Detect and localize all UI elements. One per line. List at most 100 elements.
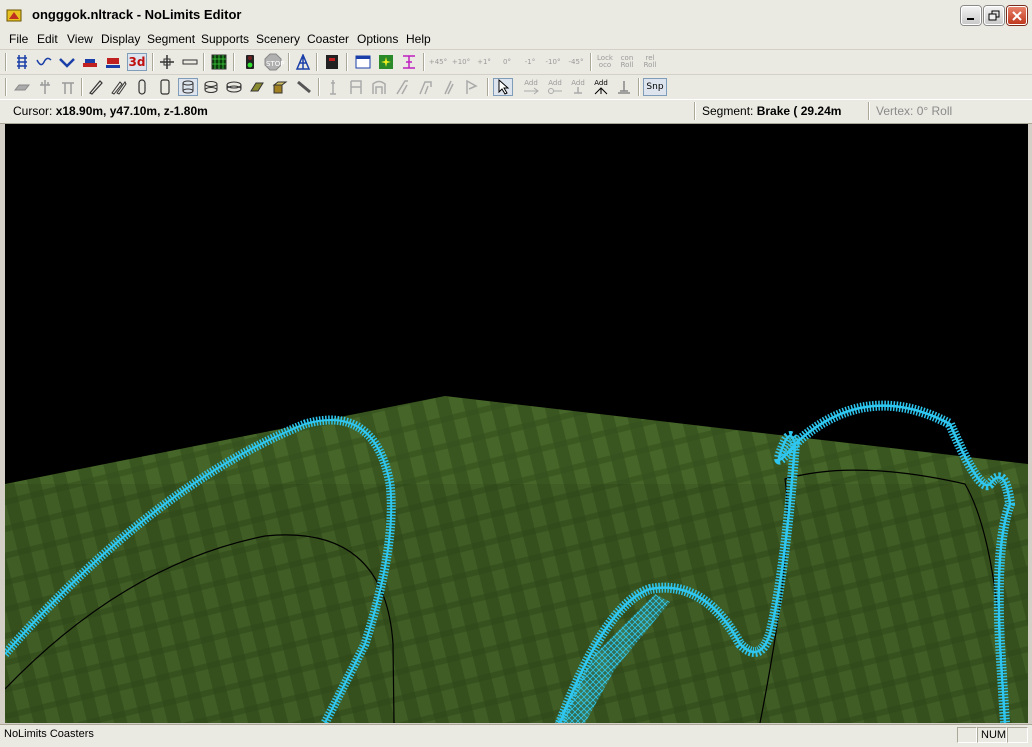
- toolbar-separator: [81, 78, 83, 96]
- 3d-viewport[interactable]: [5, 124, 1028, 723]
- add-node-label: Add: [548, 78, 562, 87]
- station-button[interactable]: [80, 53, 100, 71]
- minimize-button[interactable]: [961, 6, 981, 25]
- restore-icon: [988, 10, 1000, 21]
- crosshair-icon: [160, 55, 174, 69]
- beam-icon: [297, 80, 311, 94]
- lift-button[interactable]: [322, 53, 342, 71]
- light-button[interactable]: [376, 53, 396, 71]
- support-arch-button[interactable]: [369, 78, 389, 96]
- menu-file[interactable]: File: [9, 32, 28, 46]
- signal-button[interactable]: [240, 53, 260, 71]
- add-node-button[interactable]: Add: [545, 78, 565, 96]
- box-button[interactable]: [270, 78, 290, 96]
- support-tool-button[interactable]: [293, 53, 313, 71]
- restore-button[interactable]: [984, 6, 1004, 25]
- status-panel: [957, 727, 977, 743]
- close-icon: [1012, 11, 1022, 21]
- toolbar-separator: [288, 53, 290, 71]
- beam-button[interactable]: [294, 78, 314, 96]
- delete-segment-button[interactable]: [180, 53, 200, 71]
- view-3d-button[interactable]: 3d: [127, 53, 147, 71]
- segment-readout: Segment: Brake ( 29.24m: [702, 104, 841, 118]
- train-button[interactable]: [103, 53, 123, 71]
- support-icon: [295, 54, 311, 70]
- cursor-value: x18.90m, y47.10m, z-1.80m: [55, 104, 208, 118]
- support-frame-button[interactable]: [346, 78, 366, 96]
- flat-tool-button[interactable]: [12, 78, 32, 96]
- con-roll-button[interactable]: con Roll: [617, 53, 637, 71]
- support-post-button[interactable]: [35, 78, 55, 96]
- close-button[interactable]: [1007, 6, 1027, 25]
- height-marker-button[interactable]: [399, 53, 419, 71]
- menu-display[interactable]: Display: [101, 32, 140, 46]
- menu-scenery[interactable]: Scenery: [256, 32, 300, 46]
- status-bar: NoLimits Coasters NUM: [0, 724, 1032, 747]
- toolbar-separator: [233, 53, 235, 71]
- support-flag-button[interactable]: [461, 78, 481, 96]
- cursor-readout: Cursor: x18.90m, y47.10m, z-1.80m: [13, 104, 208, 118]
- tube-button[interactable]: [155, 78, 175, 96]
- roll-minus1-button[interactable]: -1°: [520, 53, 540, 71]
- roll-zero-button[interactable]: 0°: [497, 53, 517, 71]
- cylinder-large-button[interactable]: [224, 78, 244, 96]
- block-button[interactable]: [247, 78, 267, 96]
- dip-button[interactable]: [57, 53, 77, 71]
- roll-plus10-label: +10°: [451, 57, 471, 66]
- wave-button[interactable]: [34, 53, 54, 71]
- roll-plus10-button[interactable]: +10°: [451, 53, 471, 71]
- app-icon: [6, 9, 22, 22]
- support-tee-button[interactable]: [58, 78, 78, 96]
- main-toolbar: 3d STOP +45° +10° +1° 0° -1° -10° -45° L: [0, 50, 1032, 74]
- view-3d-label: 3d: [128, 55, 146, 69]
- cylinder-medium-icon: [204, 81, 218, 93]
- roll-minus10-button[interactable]: -10°: [543, 53, 563, 71]
- minus-icon: [182, 59, 198, 65]
- capsule-icon: [138, 79, 146, 95]
- insert-segment-button[interactable]: [157, 53, 177, 71]
- add-support-button[interactable]: Add: [591, 78, 611, 96]
- menu-options[interactable]: Options: [357, 32, 398, 46]
- menu-help[interactable]: Help: [406, 32, 431, 46]
- lock-roll-button[interactable]: Lock oco: [595, 53, 615, 71]
- rel-roll-button[interactable]: rel Roll: [640, 53, 660, 71]
- traffic-light-icon: [246, 55, 254, 69]
- pencil-button[interactable]: [86, 78, 106, 96]
- scene-render: [5, 396, 1028, 723]
- support-lean-button[interactable]: [438, 78, 458, 96]
- info-separator: [694, 102, 696, 120]
- menu-bar: File Edit View Display Segment Supports …: [0, 30, 1032, 49]
- free-node-button[interactable]: [614, 78, 634, 96]
- menu-segment[interactable]: Segment: [147, 32, 195, 46]
- cylinder-large-icon: [226, 81, 242, 93]
- support-hook-button[interactable]: [415, 78, 435, 96]
- menu-edit[interactable]: Edit: [37, 32, 58, 46]
- block-icon: [250, 82, 264, 92]
- add-connector-button[interactable]: Add: [521, 78, 541, 96]
- status-panel: [1007, 727, 1028, 743]
- capsule-button[interactable]: [132, 78, 152, 96]
- roll-plus1-button[interactable]: +1°: [474, 53, 494, 71]
- support-slant-button[interactable]: [392, 78, 412, 96]
- snap-toggle-button[interactable]: Snp: [643, 78, 667, 96]
- flat-track-icon: [14, 84, 30, 91]
- train-icon: [106, 58, 120, 68]
- menu-coaster[interactable]: Coaster: [307, 32, 349, 46]
- double-pencil-button[interactable]: [109, 78, 129, 96]
- info-separator: [868, 102, 870, 120]
- menu-supports[interactable]: Supports: [201, 32, 249, 46]
- track-segment-button[interactable]: [12, 53, 32, 71]
- roll-minus45-button[interactable]: -45°: [566, 53, 586, 71]
- select-pointer-button[interactable]: [493, 78, 513, 96]
- grid-view-button[interactable]: [209, 53, 229, 71]
- add-footer-button[interactable]: Add: [568, 78, 588, 96]
- support-pillar-button[interactable]: [323, 78, 343, 96]
- menu-view[interactable]: View: [67, 32, 93, 46]
- window-view-button[interactable]: [353, 53, 373, 71]
- cylinder-medium-button[interactable]: [201, 78, 221, 96]
- cylinder-small-button[interactable]: [178, 78, 198, 96]
- roll-plus45-button[interactable]: +45°: [428, 53, 448, 71]
- info-bar: Cursor: x18.90m, y47.10m, z-1.80m Segmen…: [0, 99, 1032, 124]
- toolbar-separator: [590, 53, 592, 71]
- pillar-icon: [330, 80, 336, 95]
